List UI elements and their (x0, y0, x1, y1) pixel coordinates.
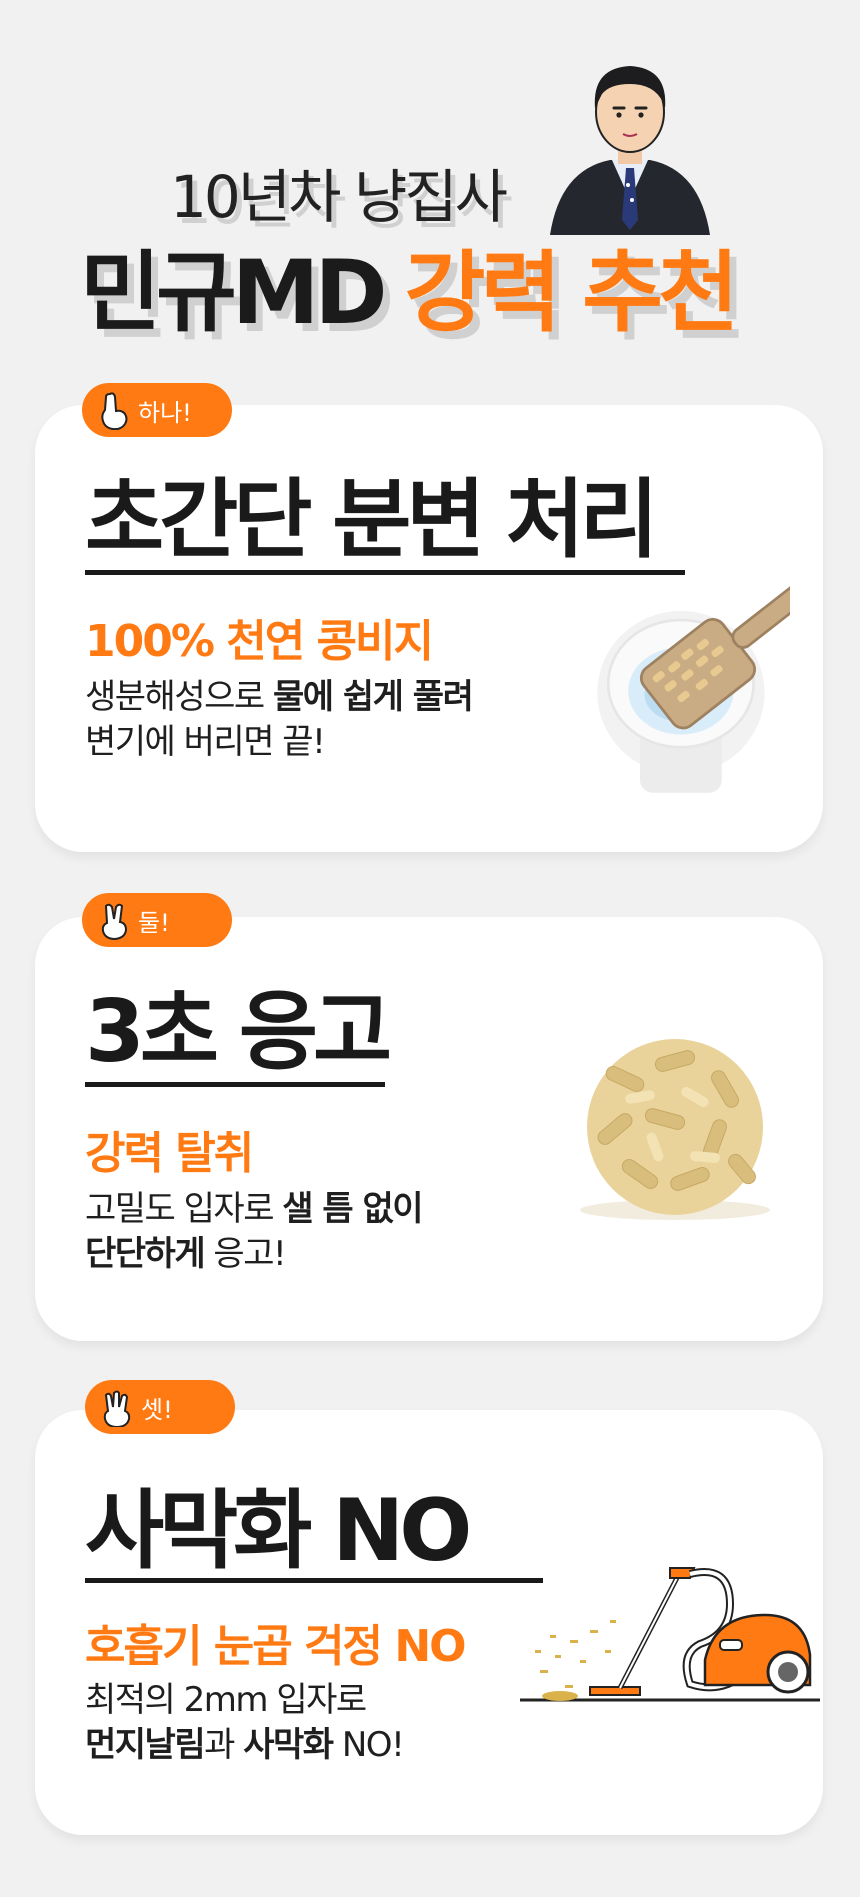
title-underline (85, 1578, 543, 1583)
feature-card-3: 사막화 NO 호흡기 눈곱 걱정 NO 최적의 2mm 입자로 먼지날림과 사막… (35, 1410, 823, 1835)
feature-badge-2: 둘! (82, 893, 232, 947)
feature-card-2: 3초 응고 강력 탈취 고밀도 입자로 샐 틈 없이 단단하게 응고! (35, 917, 823, 1341)
desc-text: 변기에 버리면 끝! (85, 722, 326, 762)
title-black: 민규MD (80, 241, 388, 344)
feature-highlight: 100% 천연 콩비지 (85, 616, 434, 667)
desc-bold: 먼지날림 (85, 1725, 206, 1765)
one-finger-hand-icon (101, 392, 128, 430)
feature-description: 최적의 2mm 입자로 먼지날림과 사막화 NO! (85, 1678, 405, 1768)
feature-badge-1: 하나! (82, 383, 232, 437)
feature-title: 초간단 분변 처리 (85, 470, 659, 570)
badge-label: 둘! (138, 908, 170, 937)
desc-text: 응고! (204, 1234, 286, 1274)
feature-description: 생분해성으로 물에 쉽게 풀려 변기에 버리면 끝! (85, 675, 474, 765)
title-orange: 강력 추천 (404, 241, 739, 344)
desc-text: 고밀도 입자로 (85, 1189, 283, 1229)
header-title: 민규MD 강력 추천 (80, 222, 739, 349)
badge-label: 하나! (138, 398, 192, 427)
feature-description: 고밀도 입자로 샐 틈 없이 단단하게 응고! (85, 1187, 424, 1277)
feature-highlight: 강력 탈취 (85, 1128, 254, 1179)
desc-text: 생분해성으로 (85, 677, 273, 717)
desc-text: NO! (332, 1725, 405, 1765)
feature-title: 3초 응고 (85, 982, 392, 1082)
feature-highlight: 호흡기 눈곱 걱정 NO (85, 1621, 467, 1672)
vacuum-cleaner-illustration (520, 1567, 820, 1702)
title-underline (85, 1082, 385, 1087)
desc-bold: 샐 틈 없이 (282, 1189, 423, 1229)
desc-bold: 단단하게 (85, 1234, 206, 1274)
three-finger-hand-icon (103, 1390, 131, 1427)
feature-card-1: 초간단 분변 처리 100% 천연 콩비지 생분해성으로 물에 쉽게 풀려 변기… (35, 405, 823, 852)
desc-text: 최적의 2mm 입자로 (85, 1680, 367, 1720)
clumped-litter-ball-illustration (580, 1039, 770, 1220)
scoop-over-toilet-illustration (597, 582, 790, 793)
badge-label: 셋! (141, 1395, 173, 1424)
feature-badge-3: 셋! (85, 1380, 235, 1434)
feature-title: 사막화 NO (85, 1481, 472, 1581)
header: 10년차 냥집사 민규MD 강력 추천 (0, 0, 860, 344)
man-in-suit-avatar (550, 66, 710, 235)
desc-bold: 사막화 (243, 1725, 334, 1765)
two-finger-hand-icon (101, 903, 128, 940)
desc-bold: 물에 쉽게 풀려 (273, 677, 474, 717)
desc-text: 과 (204, 1725, 244, 1765)
